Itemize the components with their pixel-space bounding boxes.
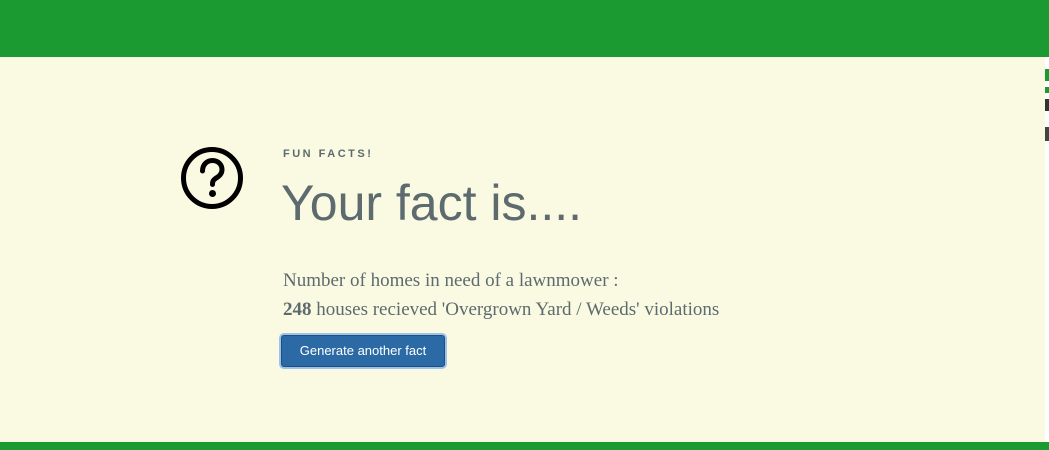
edge-segment	[1045, 69, 1049, 81]
page: FUN FACTS! Your fact is.... Number of ho…	[0, 0, 1049, 450]
edge-segment	[1045, 99, 1049, 111]
generate-another-fact-button[interactable]: Generate another fact	[281, 335, 445, 367]
window-edge	[1045, 57, 1049, 442]
fact-question: Number of homes in need of a lawnmower :	[283, 270, 619, 291]
footer-bar	[0, 442, 1049, 450]
question-circle-icon	[181, 147, 243, 209]
fact-answer: 248 houses recieved 'Overgrown Yard / We…	[283, 299, 719, 321]
section-eyebrow: FUN FACTS!	[283, 148, 374, 160]
fact-count: 248	[283, 299, 312, 320]
page-title: Your fact is....	[281, 175, 583, 231]
edge-segment	[1045, 87, 1049, 93]
fact-answer-text: houses recieved 'Overgrown Yard / Weeds'…	[311, 299, 720, 320]
edge-segment	[1045, 127, 1049, 141]
header-bar	[0, 0, 1049, 57]
